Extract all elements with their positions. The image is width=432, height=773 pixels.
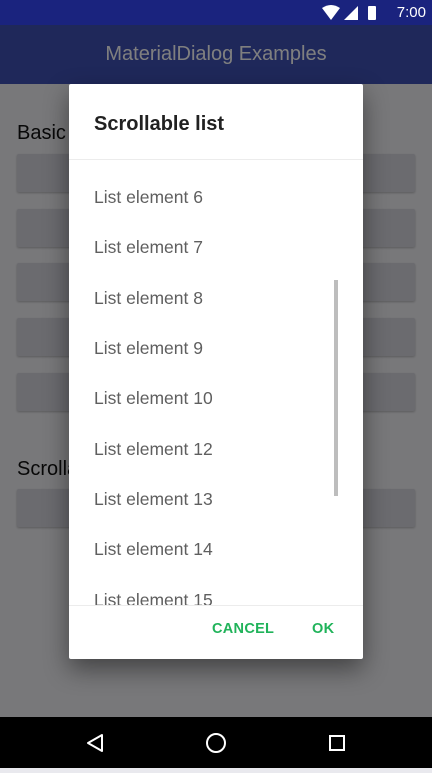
- nav-icons: [87, 733, 345, 753]
- list-item[interactable]: List element 9: [94, 323, 203, 373]
- status-icons: [322, 5, 376, 20]
- home-icon[interactable]: [206, 733, 226, 753]
- signal-icon: [344, 6, 358, 20]
- scrollable-list-dialog: Scrollable list List element 6 List elem…: [69, 84, 363, 659]
- list-item[interactable]: List element 6: [94, 172, 203, 222]
- ok-button[interactable]: OK: [312, 621, 334, 637]
- list-item[interactable]: List element 10: [94, 373, 213, 423]
- list-item[interactable]: List element 7: [94, 222, 203, 272]
- wifi-icon: [322, 5, 340, 20]
- recents-icon[interactable]: [329, 735, 345, 751]
- navigation-bar: [0, 717, 432, 768]
- dialog-list[interactable]: List element 6 List element 7 List eleme…: [69, 160, 363, 605]
- dialog-title: Scrollable list: [94, 113, 225, 135]
- list-item[interactable]: List element 12: [94, 424, 213, 474]
- cancel-button[interactable]: CANCEL: [212, 621, 274, 637]
- actions-divider: [69, 605, 363, 606]
- status-bar: 7:00: [0, 0, 432, 25]
- back-icon[interactable]: [87, 734, 103, 752]
- list-item[interactable]: List element 15: [94, 575, 213, 605]
- list-item[interactable]: List element 8: [94, 273, 203, 323]
- list-item[interactable]: List element 13: [94, 474, 213, 524]
- list-scrollbar[interactable]: [334, 280, 338, 496]
- battery-icon: [368, 6, 376, 20]
- list-item[interactable]: List element 14: [94, 524, 213, 574]
- status-time: 7:00: [396, 4, 426, 21]
